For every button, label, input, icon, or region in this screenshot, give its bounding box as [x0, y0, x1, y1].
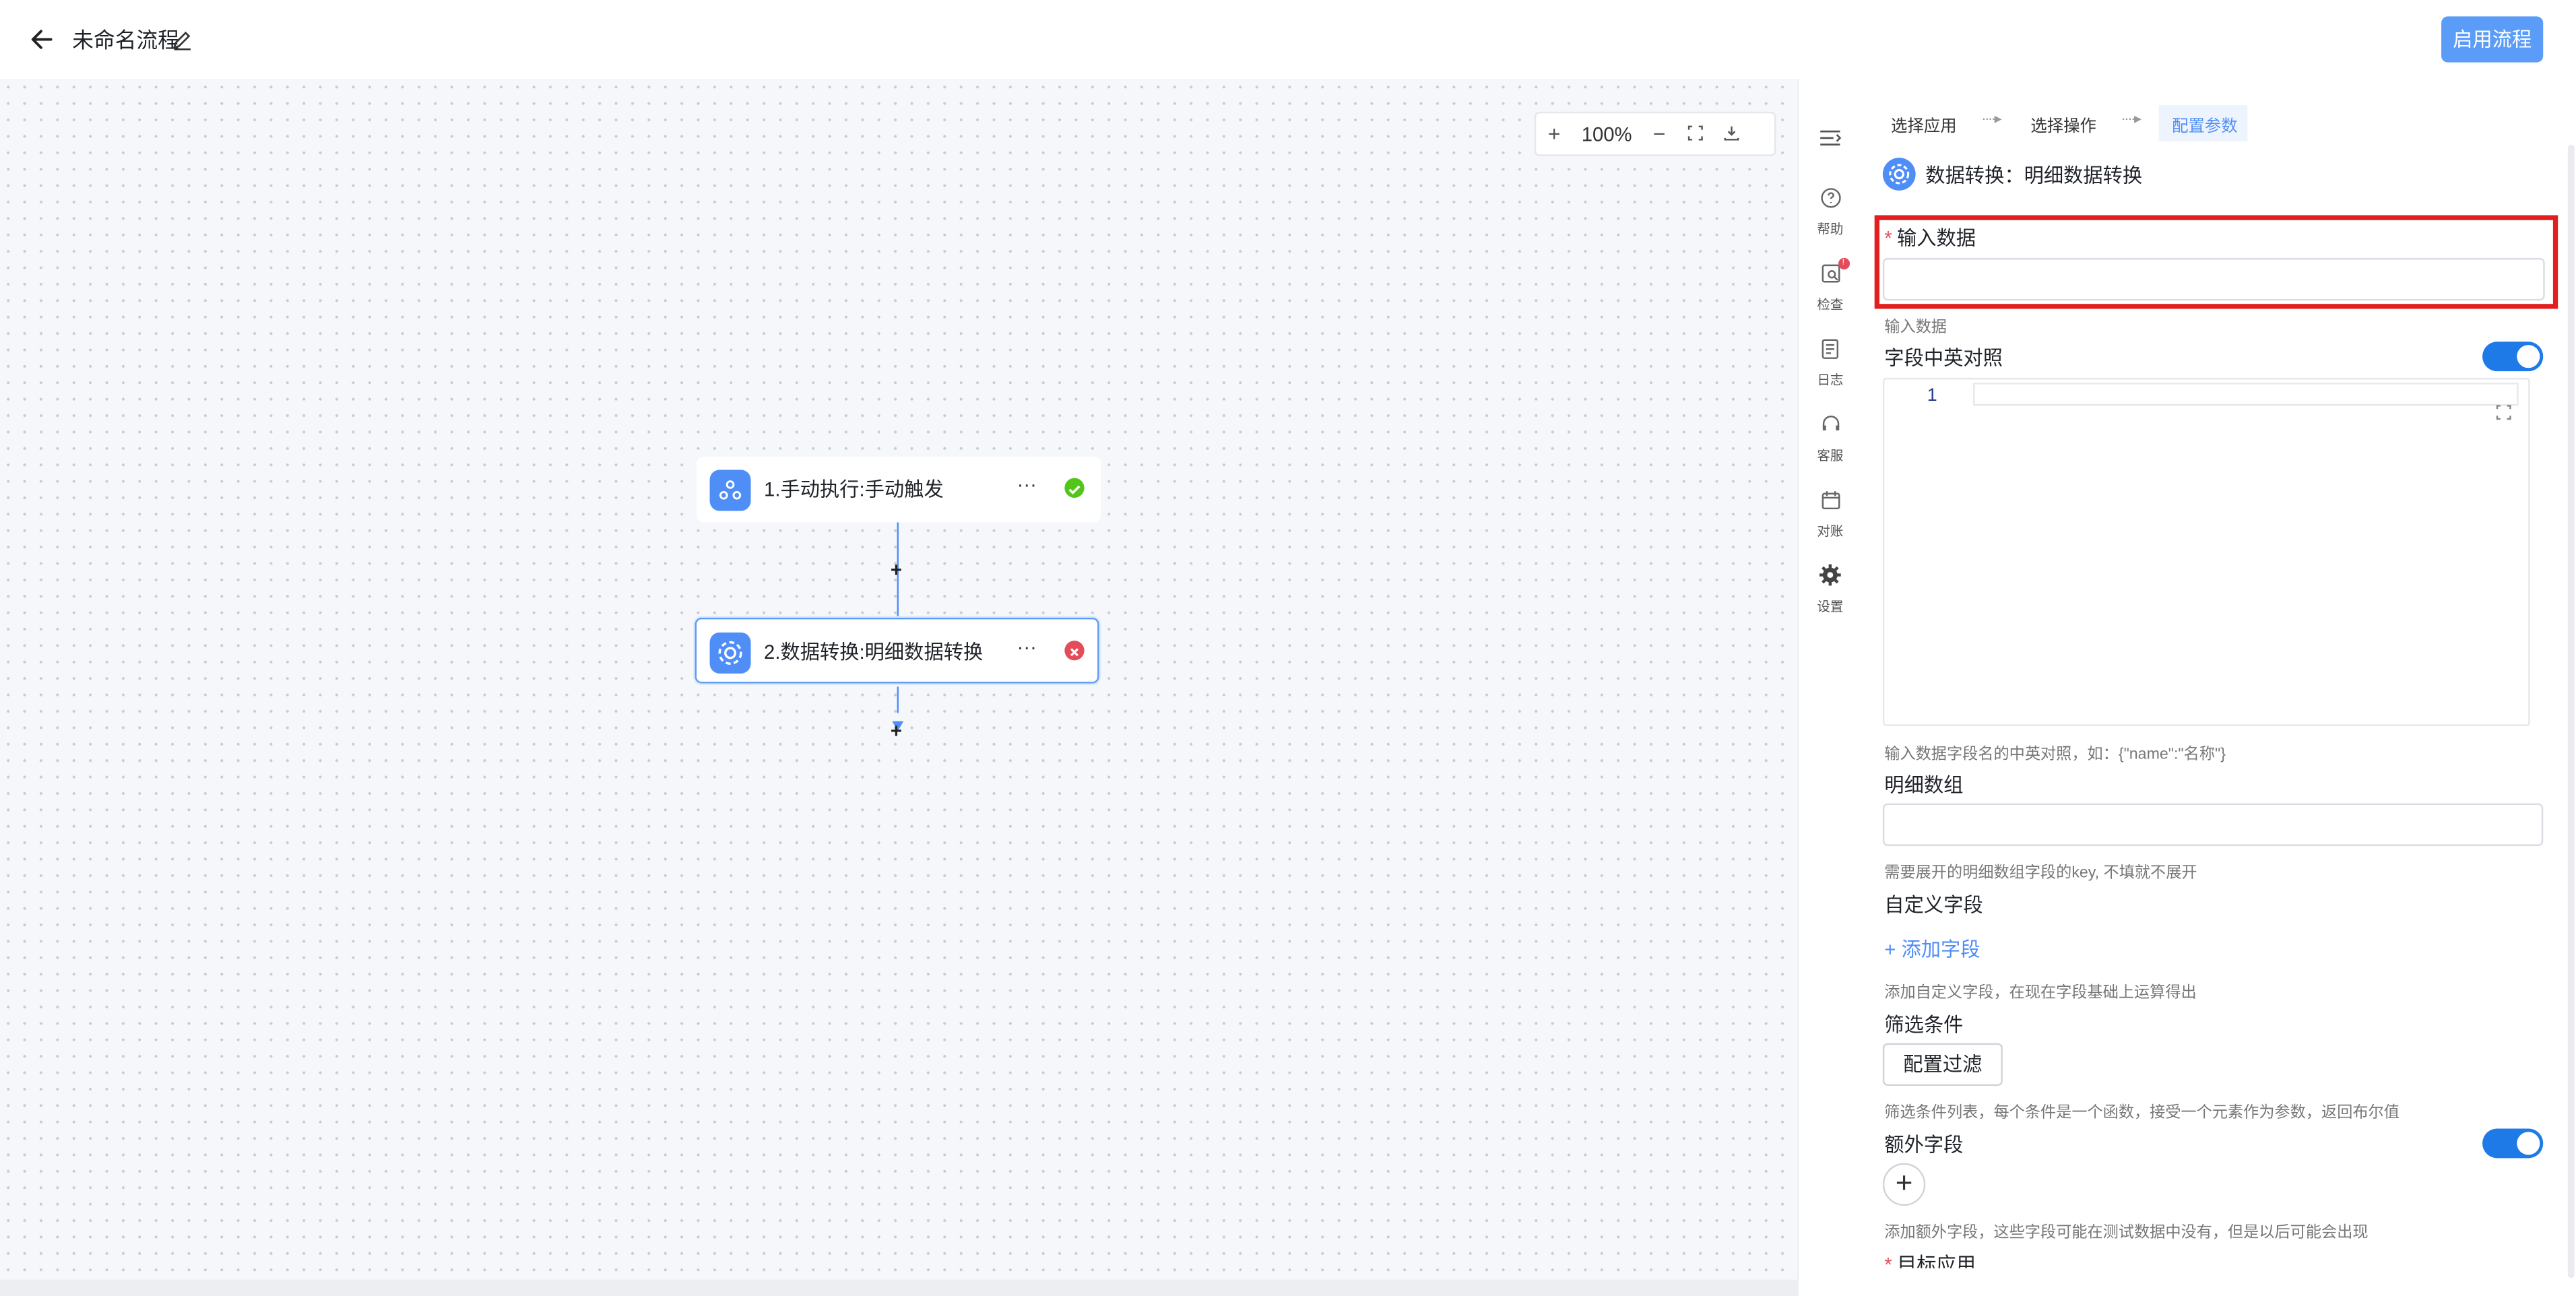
rail-log[interactable]: 日志	[1799, 338, 1861, 389]
field-map-hint: 输入数据字段名的中英对照，如：{"name":"名称"}	[1884, 746, 2226, 765]
download-icon[interactable]	[1714, 121, 1750, 146]
enable-flow-button[interactable]: 启用流程	[2441, 16, 2544, 63]
extra-fields-label: 额外字段	[1884, 1133, 1964, 1157]
filter-hint: 筛选条件列表，每个条件是一个函数，接受一个元素作为参数，返回布尔值	[1884, 1103, 2400, 1122]
step-tabs: 选择应用 ····▸ 选择操作 ····▸ 配置参数	[1860, 105, 2576, 141]
step-select-action[interactable]: 选择操作	[2030, 112, 2096, 137]
calendar-icon	[1821, 491, 1840, 510]
custom-fields-hint: 添加自定义字段，在现在字段基础上运算得出	[1884, 983, 2197, 1002]
check-doc-icon	[1821, 264, 1840, 283]
more-options-icon[interactable]: ···	[1017, 636, 1043, 659]
log-icon	[1822, 339, 1839, 359]
rail-support[interactable]: 客服	[1799, 414, 1861, 465]
configure-filter-button[interactable]: 配置过滤	[1882, 1043, 2003, 1087]
webhook-icon	[709, 469, 751, 511]
flow-node-trigger[interactable]: 1.手动执行:手动触发 ···	[697, 456, 1101, 523]
transform-gear-icon	[709, 632, 751, 674]
flow-canvas[interactable]: + 100% − 1.手动执行:手动触发 ··· + 2.数据转换:明细数据转换…	[0, 79, 1798, 1280]
add-field-link[interactable]: + 添加字段	[1884, 935, 1980, 963]
step-separator: ····▸	[1981, 110, 2001, 127]
add-step-button[interactable]: +	[891, 560, 902, 580]
top-bar: 未命名流程 启用流程	[0, 0, 2576, 79]
node-label: 1.手动执行:手动触发	[764, 478, 944, 501]
custom-fields-label: 自定义字段	[1884, 893, 1983, 917]
fit-screen-icon[interactable]	[1677, 121, 1714, 146]
code-line[interactable]	[1972, 383, 2519, 406]
panel-title: 数据转换：明细数据转换	[1925, 164, 2143, 188]
page-title: 未命名流程	[72, 28, 179, 53]
error-close-icon	[1064, 641, 1085, 661]
filter-label: 筛选条件	[1884, 1013, 1964, 1037]
add-extra-field-button[interactable]: +	[1882, 1163, 1926, 1206]
rail-label: 对账	[1817, 523, 1844, 539]
collapse-list-icon[interactable]	[1799, 128, 1861, 158]
add-step-button[interactable]: +	[891, 721, 902, 741]
back-arrow-icon[interactable]	[26, 23, 59, 56]
rail-label: 设置	[1817, 600, 1844, 615]
flow-node-transform[interactable]: 2.数据转换:明细数据转换 ···	[695, 617, 1099, 684]
help-icon	[1820, 188, 1840, 208]
rail-label: 客服	[1817, 448, 1844, 463]
detail-array-label: 明细数组	[1884, 773, 1964, 797]
config-panel: 选择应用 ····▸ 选择操作 ····▸ 配置参数 数据转换：明细数据转换 *…	[1859, 79, 2576, 1296]
panel-scrollbar[interactable]	[2567, 144, 2575, 1278]
rail-label: 日志	[1817, 372, 1844, 388]
step-select-app[interactable]: 选择应用	[1891, 112, 1957, 137]
step-separator: ····▸	[2121, 110, 2141, 127]
rail-help[interactable]: 帮助	[1799, 187, 1861, 238]
detail-array-hint: 需要展开的明细数组字段的key, 不填就不展开	[1884, 864, 2197, 882]
edit-pencil-icon[interactable]	[171, 28, 194, 51]
rail-settings[interactable]: 设置	[1799, 564, 1861, 616]
zoom-toolbar: + 100% −	[1534, 111, 1776, 156]
gear-icon	[1819, 564, 1841, 586]
input-data-hint: 输入数据	[1884, 319, 1947, 337]
detail-array-field[interactable]	[1882, 803, 2544, 846]
line-number: 1	[1927, 386, 1937, 406]
canvas-footer	[0, 1279, 1798, 1296]
zoom-out-button[interactable]: −	[1641, 121, 1677, 146]
input-data-label: * 输入数据	[1884, 226, 1976, 250]
extra-fields-hint: 添加额外字段，这些字段可能在测试数据中没有，但是以后可能会出现	[1884, 1223, 2369, 1242]
more-options-icon[interactable]: ···	[1017, 473, 1043, 496]
field-map-toggle[interactable]	[2482, 342, 2544, 372]
step-config-params[interactable]: 配置参数	[2172, 112, 2238, 137]
target-app-label: * 目标应用	[1884, 1253, 1976, 1268]
zoom-in-button[interactable]: +	[1536, 121, 1572, 146]
side-toolbar: 帮助 ! 检查 日志 客服 对账 设置	[1797, 79, 1860, 1296]
app-root: 未命名流程 启用流程 + 100% − 1.手动执行:手动触发 ··· + 2.…	[0, 0, 2576, 1296]
success-check-icon	[1064, 478, 1085, 498]
field-map-code-editor[interactable]: 1	[1882, 377, 2530, 726]
rail-reconcile[interactable]: 对账	[1799, 490, 1861, 541]
transform-gear-icon	[1882, 158, 1916, 191]
node-label: 2.数据转换:明细数据转换	[764, 641, 984, 664]
expand-icon[interactable]	[2496, 399, 2512, 420]
rail-label: 帮助	[1817, 222, 1844, 237]
rail-check[interactable]: ! 检查	[1799, 257, 1861, 314]
zoom-level: 100%	[1581, 122, 1632, 145]
field-map-label: 字段中英对照	[1884, 346, 2003, 370]
rail-label: 检查	[1817, 297, 1844, 313]
headset-icon	[1822, 416, 1839, 430]
input-data-field[interactable]	[1882, 257, 2545, 301]
extra-fields-toggle[interactable]	[2482, 1128, 2544, 1159]
